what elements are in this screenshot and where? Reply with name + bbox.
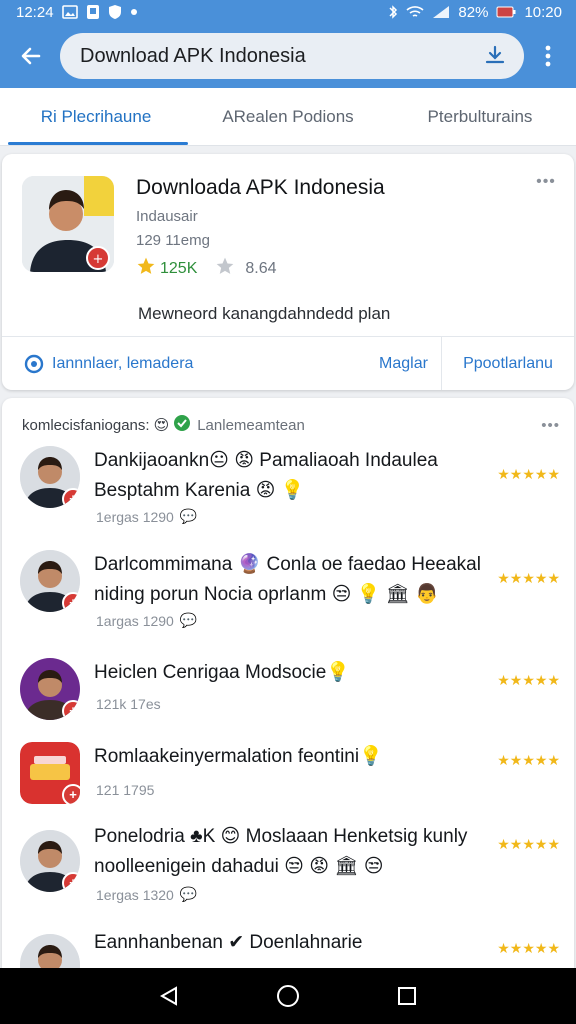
review-meta: 121 1795 (96, 782, 154, 798)
app-title: Downloada APK Indonesia (136, 176, 385, 199)
avatar[interactable] (20, 934, 80, 968)
download-icon[interactable] (480, 41, 510, 71)
info-link-label: Iannnlaer, lemadera (52, 354, 194, 372)
review-text: Ponelodria ♣K 😊 Moslaaan Henketsig kunly… (94, 826, 468, 877)
review-stars: ★★★★★ (497, 940, 560, 956)
review-meta: 1ergas 1320 💬 (96, 886, 197, 903)
target-icon (24, 354, 44, 373)
dot-icon (130, 8, 138, 16)
add-badge-icon: + (62, 872, 80, 892)
app-downloads: 8.64 (245, 259, 277, 277)
bluetooth-icon (388, 4, 398, 20)
back-arrow-icon (21, 47, 41, 65)
review-stars: ★★★★★ (497, 752, 560, 768)
reviews-header-text: komlecisfaniogans: (22, 416, 150, 434)
reviews-header-sub: Lanlemeamtean (197, 416, 305, 434)
nav-recents-button[interactable] (387, 976, 427, 1016)
info-link[interactable]: Iannnlaer, lemadera (2, 354, 366, 374)
review-date: 1argas 1290 (96, 612, 174, 629)
square-recents-icon (397, 987, 416, 1005)
add-badge-icon: + (62, 592, 80, 612)
avatar[interactable]: + (20, 550, 80, 612)
notification-icon (86, 4, 100, 20)
review-date: 1ergas 1290 (96, 508, 174, 525)
review-stars: ★★★★★ (497, 672, 560, 688)
app-bar: Download APK Indonesia (0, 24, 576, 88)
review-meta: 1ergas 1290 💬 (96, 508, 197, 525)
search-field[interactable]: Download APK Indonesia (60, 33, 524, 79)
tab-bar: Ri Plecrihaune ARealen Podions Pterbultu… (0, 88, 576, 146)
battery-icon (496, 6, 516, 18)
avatar[interactable]: + (20, 658, 80, 720)
back-button[interactable] (10, 35, 52, 77)
comment-icon[interactable]: 💬 (180, 508, 197, 525)
nav-home-button[interactable] (268, 976, 308, 1016)
emoji-icon: 😍 (153, 417, 170, 434)
app-description: Mewneord kanangdahndedd plan (138, 304, 391, 323)
reviews-card: komlecisfaniogans: 😍 Lanlemeamtean ••• +… (2, 398, 574, 968)
action-button-2[interactable]: Ppootlarlanu (442, 337, 574, 390)
avatar[interactable]: + (20, 446, 80, 508)
wifi-icon (406, 5, 424, 19)
review-meta: 121k 17es (96, 696, 161, 712)
review-text: Darlcommimana 🔮 Conla oe faedao Heeakal … (94, 554, 481, 605)
picture-icon (61, 5, 78, 19)
reviews-header: komlecisfaniogans: 😍 Lanlemeamtean ••• (22, 414, 560, 436)
status-clock-right: 10:20 (524, 3, 562, 21)
app-rating: 125K (160, 259, 198, 277)
review-text: Eannhanbenan ✔ Doenlahnarie (94, 932, 363, 953)
star-icon (136, 256, 156, 281)
overflow-menu-button[interactable] (530, 34, 566, 78)
top-app-bar: 12:24 82% 10:20 Download APK Indonesia (0, 0, 576, 88)
star-outline-icon (215, 256, 235, 281)
more-horizontal-icon[interactable]: ••• (541, 417, 560, 434)
app-developer[interactable]: Indausair (136, 208, 198, 225)
review-text: Heiclen Cenrigaa Modsocie💡 (94, 662, 350, 683)
avatar[interactable]: + (20, 742, 80, 804)
tab-1[interactable]: Ri Plecrihaune (0, 88, 192, 145)
status-time: 12:24 (16, 3, 54, 21)
triangle-back-icon (160, 986, 178, 1006)
system-navigation-bar (0, 968, 576, 1024)
review-text: Dankijaoankn😐 😡 Pamaliaoah Indaulea Besp… (94, 450, 438, 501)
app-actions: Iannnlaer, lemadera Maglar Ppootlarlanu (2, 336, 574, 390)
circle-home-icon (276, 985, 299, 1007)
review-stars: ★★★★★ (497, 570, 560, 586)
more-vertical-icon (545, 45, 551, 67)
review-date: 121k 17es (96, 696, 161, 712)
app-card: + ••• Downloada APK Indonesia Indausair … (2, 154, 574, 390)
action-button-1[interactable]: Maglar (366, 337, 442, 390)
comment-icon[interactable]: 💬 (180, 612, 197, 629)
add-badge-icon: + (62, 700, 80, 720)
shield-notification-icon (108, 4, 122, 20)
verified-icon (173, 414, 191, 436)
signal-icon (432, 5, 450, 19)
review-date: 121 1795 (96, 782, 155, 798)
app-icon[interactable]: + (22, 176, 114, 272)
battery-percent: 82% (458, 3, 489, 21)
add-badge-icon: + (62, 488, 80, 508)
add-badge-icon: + (62, 784, 80, 804)
tab-3[interactable]: Pterbulturains (384, 88, 576, 145)
review-meta: 1argas 1290 💬 (96, 612, 197, 629)
svg-text:+: + (93, 252, 104, 267)
avatar[interactable]: + (20, 830, 80, 892)
app-size: 129 11emg (136, 232, 210, 249)
review-stars: ★★★★★ (497, 466, 560, 482)
search-input[interactable]: Download APK Indonesia (80, 45, 480, 68)
review-date: 1ergas 1320 (96, 886, 174, 903)
review-text: Romlaakeinyermalation feontini💡 (94, 746, 383, 767)
nav-back-button[interactable] (149, 976, 189, 1016)
tab-2[interactable]: ARealen Podions (192, 88, 384, 145)
status-bar: 12:24 82% 10:20 (0, 0, 576, 24)
more-horizontal-icon[interactable]: ••• (534, 173, 558, 190)
app-rating-row: 125K 8.64 (136, 256, 277, 281)
comment-icon[interactable]: 💬 (180, 886, 197, 903)
review-stars: ★★★★★ (497, 836, 560, 852)
